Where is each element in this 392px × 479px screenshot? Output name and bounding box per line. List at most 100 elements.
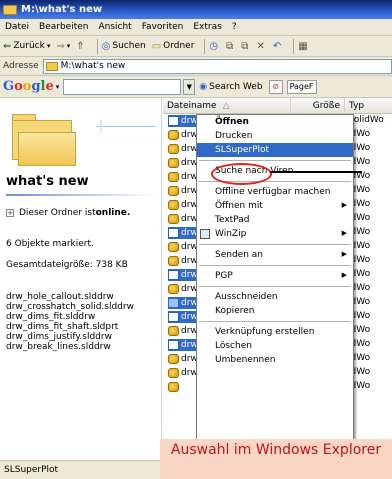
menu-datei[interactable]: Datei bbox=[0, 22, 34, 32]
divider bbox=[6, 194, 156, 196]
divider bbox=[96, 126, 156, 127]
back-label: Zurück bbox=[13, 41, 45, 51]
context-menu-item[interactable]: Verknüpfung erstellen bbox=[197, 325, 353, 339]
views-button[interactable]: ▦ bbox=[298, 41, 309, 52]
assembly-file-icon bbox=[168, 298, 179, 308]
context-menu-item[interactable]: Öffnen bbox=[197, 115, 353, 129]
toolbar-divider bbox=[96, 38, 98, 54]
window-title: M:\what's new bbox=[21, 4, 103, 15]
selected-file: drw_dims_fit_shaft.sldprt bbox=[6, 322, 119, 332]
selected-file: drw_hole_callout.slddrw bbox=[6, 292, 114, 302]
context-menu-item[interactable]: Ausschneiden bbox=[197, 290, 353, 304]
folders-button[interactable]: ▭ Ordner bbox=[152, 41, 195, 52]
part-file-icon bbox=[168, 340, 179, 350]
window-titlebar[interactable]: M:\what's new bbox=[0, 0, 392, 19]
dropdown-arrow-icon[interactable]: ▾ bbox=[47, 42, 51, 50]
context-menu-item[interactable]: Drucken bbox=[197, 129, 353, 143]
context-menu-label: SLSuperPlot bbox=[215, 145, 270, 155]
drawing-file-icon bbox=[168, 130, 179, 140]
selected-file: drw_dims_justify.slddrw bbox=[6, 332, 112, 342]
context-menu-item[interactable]: Löschen bbox=[197, 339, 353, 353]
menu-bearbeiten[interactable]: Bearbeiten bbox=[34, 22, 93, 32]
context-menu-label: Offline verfügbar machen bbox=[215, 187, 331, 197]
drawing-file-icon bbox=[168, 284, 179, 294]
online-bold-text: online. bbox=[95, 208, 131, 218]
history-icon: ◷ bbox=[209, 40, 219, 52]
submenu-arrow-icon: ▶ bbox=[341, 229, 347, 237]
context-menu-item[interactable]: PGP ▶ bbox=[197, 269, 353, 283]
drawing-file-icon bbox=[168, 172, 179, 182]
toolbar-divider bbox=[204, 38, 206, 54]
column-size[interactable]: Größe bbox=[291, 98, 345, 114]
forward-button[interactable]: ⇒ ▾ bbox=[56, 41, 70, 52]
search-icon: ◎ bbox=[101, 40, 111, 52]
address-field[interactable]: M:\what's new bbox=[42, 58, 392, 74]
move-to-button[interactable]: ⧉ bbox=[226, 41, 235, 52]
menu-extras[interactable]: Extras bbox=[188, 22, 226, 32]
selected-files-list: drw_hole_callout.slddrw drw_crosshatch_s… bbox=[6, 292, 134, 352]
binoculars-icon: ◉ bbox=[199, 81, 208, 92]
context-menu-label: Ausschneiden bbox=[215, 292, 278, 302]
caption-box: Auswahl im Windows Explorer bbox=[160, 439, 392, 479]
selected-file: drw_crosshatch_solid.slddrw bbox=[6, 302, 134, 312]
delete-icon: ✕ bbox=[256, 40, 265, 52]
drawing-file-icon bbox=[168, 200, 179, 210]
google-search-dropdown[interactable]: ▼ bbox=[183, 78, 196, 95]
search-button[interactable]: ◎ Suchen bbox=[102, 41, 146, 52]
context-menu-label: TextPad bbox=[215, 215, 250, 225]
google-search-input[interactable] bbox=[63, 78, 182, 95]
total-size: Gesamtdateigröße: 738 KB bbox=[6, 260, 128, 270]
drawing-file-icon bbox=[168, 186, 179, 196]
submenu-arrow-icon: ▶ bbox=[341, 271, 347, 279]
address-value: M:\what's new bbox=[60, 61, 126, 71]
highlight-ellipse bbox=[211, 163, 272, 185]
selected-count: 6 Objekte markiert. bbox=[6, 239, 94, 249]
selected-file: drw_dims_fit.slddrw bbox=[6, 312, 96, 322]
context-menu-item[interactable]: SLSuperPlot bbox=[197, 143, 353, 157]
google-logo-letter: g bbox=[31, 79, 41, 94]
search-web-label: Search Web bbox=[209, 81, 263, 92]
search-web-button[interactable]: ◉ Search Web bbox=[199, 82, 262, 92]
undo-button[interactable]: ↶ bbox=[273, 41, 283, 52]
menu-favoriten[interactable]: Favoriten bbox=[137, 22, 189, 32]
context-menu-item[interactable]: Öffnen mit ▶ bbox=[197, 199, 353, 213]
context-menu-item[interactable]: TextPad bbox=[197, 213, 353, 227]
submenu-arrow-icon: ▶ bbox=[341, 250, 347, 258]
context-menu-label: WinZip bbox=[215, 229, 247, 239]
context-menu-label: Löschen bbox=[215, 341, 252, 351]
delete-button[interactable]: ✕ bbox=[256, 41, 266, 52]
column-name-label: Dateiname bbox=[167, 101, 217, 111]
folders-label: Ordner bbox=[163, 41, 195, 51]
menu-help[interactable]: ? bbox=[227, 22, 242, 32]
column-size-label: Größe bbox=[312, 101, 340, 111]
menu-ansicht[interactable]: Ansicht bbox=[93, 22, 136, 32]
google-logo[interactable]: Google bbox=[3, 79, 54, 94]
divider bbox=[100, 120, 102, 132]
expand-icon[interactable]: + bbox=[6, 209, 14, 217]
google-logo-letter: o bbox=[14, 79, 23, 94]
column-header: Dateiname △ Größe Typ bbox=[163, 98, 392, 114]
context-menu-item[interactable]: Offline verfügbar machen bbox=[197, 185, 353, 199]
chevron-down-icon[interactable]: ▾ bbox=[56, 83, 60, 91]
back-arrow-icon: ⇐ bbox=[3, 40, 12, 52]
context-menu-item[interactable]: WinZip ▶ bbox=[197, 227, 353, 241]
context-menu-item[interactable]: Senden an ▶ bbox=[197, 248, 353, 262]
address-label: Adresse bbox=[3, 61, 39, 71]
file-name-cell[interactable] bbox=[168, 381, 183, 393]
column-name[interactable]: Dateiname △ bbox=[163, 98, 291, 114]
back-button[interactable]: ⇐ Zurück ▾ bbox=[3, 41, 50, 52]
copy-to-icon: ⧉ bbox=[241, 40, 249, 52]
popup-blocker-icon[interactable]: ⊘ bbox=[268, 79, 283, 94]
pagerank-button[interactable]: PageF bbox=[286, 79, 317, 94]
up-folder-button[interactable]: ⇑ bbox=[76, 41, 86, 52]
dropdown-arrow-icon[interactable]: ▾ bbox=[67, 42, 71, 50]
online-status: + Dieser Ordner ist online. bbox=[6, 208, 130, 218]
context-menu-item[interactable]: Umbenennen bbox=[197, 353, 353, 367]
copy-to-button[interactable]: ⧉ bbox=[241, 41, 250, 52]
history-button[interactable]: ◷ bbox=[209, 41, 220, 52]
toolbar-divider bbox=[293, 38, 295, 54]
views-icon: ▦ bbox=[298, 40, 308, 52]
drawing-file-icon bbox=[168, 158, 179, 168]
context-menu-item[interactable]: Kopieren bbox=[197, 304, 353, 318]
column-type[interactable]: Typ bbox=[345, 98, 392, 114]
